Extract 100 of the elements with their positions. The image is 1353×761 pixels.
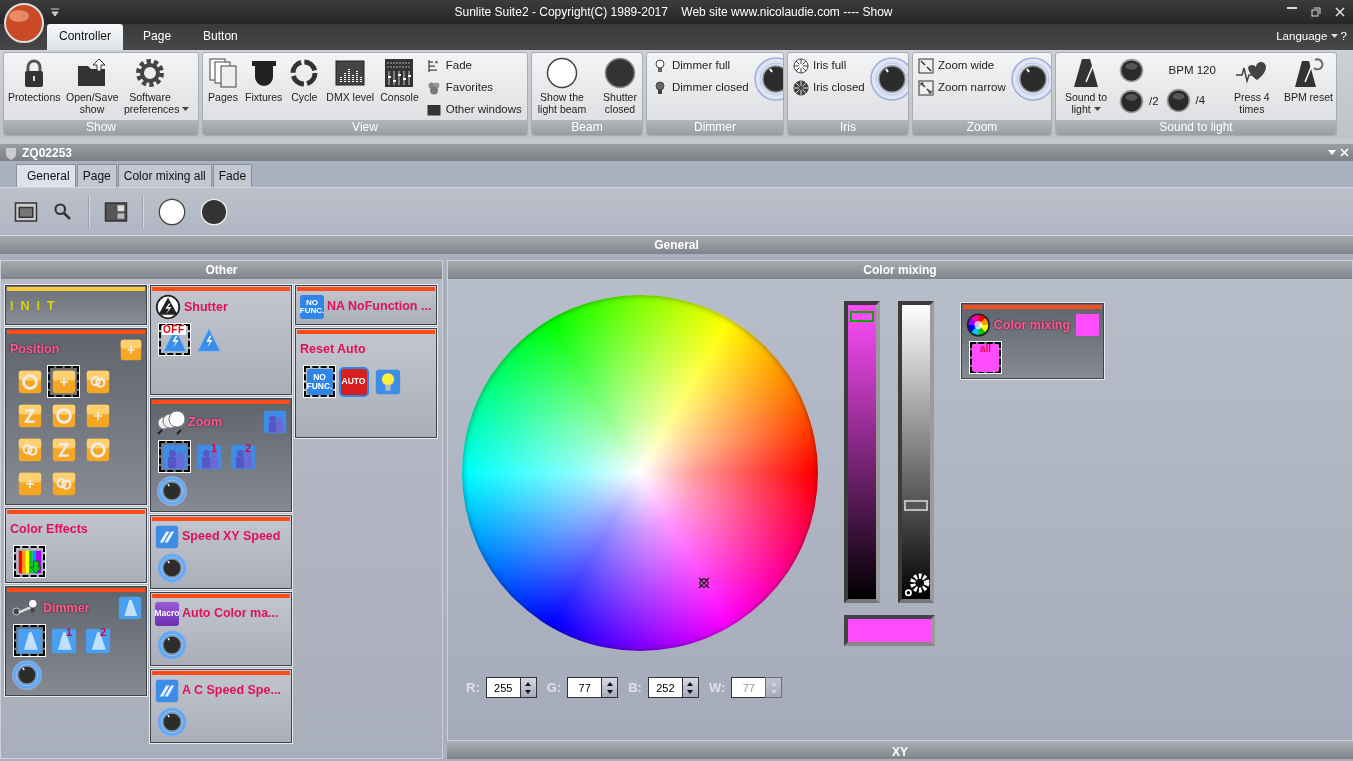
pattern-icon	[51, 369, 76, 394]
group-title: Show	[4, 120, 198, 135]
ribbon-button[interactable]: Zoom narrow	[915, 77, 1009, 99]
toolbar-button[interactable]	[158, 197, 186, 226]
speed-icon	[155, 524, 179, 549]
cluster-icon	[425, 80, 442, 96]
group-title: Iris	[788, 120, 908, 135]
group-title: Dimmer	[647, 120, 783, 135]
ribbon-button[interactable]: Pages	[205, 55, 241, 106]
pattern-icon	[85, 403, 110, 428]
settings-icon	[134, 57, 166, 89]
document-title: ZQ02253	[22, 144, 73, 162]
tab[interactable]: General	[16, 164, 76, 187]
tab[interactable]: Color mixing all	[117, 164, 212, 187]
restore-icon	[1311, 7, 1321, 17]
effect-button[interactable]	[159, 441, 190, 472]
effect-button[interactable]: AUTO	[338, 366, 369, 397]
ribbon-button[interactable]: Dimmer closed	[649, 77, 752, 99]
slider-thumb[interactable]	[904, 500, 928, 512]
number-field[interactable]: 252	[647, 677, 682, 698]
color-swatch	[1076, 314, 1099, 336]
ribbon-button[interactable]: BPM reset	[1281, 55, 1335, 106]
knob-icon	[157, 630, 187, 660]
group-title: Zoom	[913, 120, 1051, 135]
filled-circle-icon	[200, 197, 228, 226]
ribbon-button[interactable]: Other windows	[422, 99, 525, 120]
card-title: Dimmer	[43, 599, 90, 617]
iris-icon	[793, 80, 809, 96]
ribbon-button[interactable]: Dimmer full	[649, 55, 752, 77]
knob[interactable]	[157, 630, 187, 660]
slider-track[interactable]	[844, 301, 880, 603]
ribbon-button[interactable]: /2	[1116, 86, 1161, 117]
knob[interactable]	[157, 707, 187, 737]
ribbon-button[interactable]: Cycle	[286, 55, 323, 106]
toolbar-button[interactable]	[14, 199, 38, 224]
circle-icon	[546, 57, 578, 89]
knob[interactable]	[1010, 57, 1051, 101]
pattern-icon	[17, 471, 42, 496]
ribbon-button[interactable]: Press 4 times	[1223, 55, 1280, 118]
slider-track[interactable]	[898, 301, 934, 603]
slider-thumb[interactable]	[850, 310, 874, 322]
pattern-icon	[51, 403, 76, 428]
number-field[interactable]: 255	[485, 677, 520, 698]
number-field[interactable]: 77	[567, 677, 602, 698]
ribbon-button[interactable]: Iris closed	[790, 77, 868, 99]
ribbon-button[interactable]: Favorites	[422, 77, 525, 99]
panel-header: Other	[1, 261, 442, 279]
effect-button[interactable]: NO FUNC.	[304, 366, 335, 397]
card-title: Color mixing	[993, 316, 1071, 334]
help-button[interactable]: ?	[1340, 27, 1347, 45]
pattern-icon	[17, 403, 42, 428]
tab[interactable]: Page	[76, 164, 117, 187]
figures-icon	[195, 443, 222, 470]
ribbon-button[interactable]: Zoom wide	[915, 55, 1009, 77]
knob[interactable]	[12, 660, 42, 690]
language-menu[interactable]: Language	[1276, 27, 1338, 45]
pattern-icon	[120, 338, 142, 361]
pattern-icon	[17, 437, 42, 462]
ribbon-button[interactable]: Sound to light	[1058, 55, 1114, 118]
knob[interactable]	[869, 57, 908, 101]
ribbon-button[interactable]: Iris full	[790, 55, 868, 77]
card-title: NA NoFunction ...	[327, 298, 432, 316]
ribbon-button[interactable]: /4	[1162, 85, 1222, 116]
card-title: Zoom	[188, 413, 223, 431]
effect-button[interactable]	[14, 546, 45, 577]
toolbar-button[interactable]	[104, 199, 128, 224]
beam-icon	[84, 627, 111, 654]
ribbon-button[interactable]: Shutter closed	[592, 55, 642, 118]
knob-icon	[157, 553, 187, 583]
layout-icon	[104, 199, 128, 224]
ribbon-button[interactable]: Fixtures	[243, 55, 285, 106]
section-header: General	[0, 236, 1353, 254]
effect-button[interactable]	[14, 625, 45, 656]
round-button-icon	[1118, 57, 1145, 84]
folder-icon	[76, 57, 108, 89]
ribbon-button[interactable]: Software preferences	[122, 55, 178, 118]
knob[interactable]	[157, 553, 187, 583]
ribbon-button[interactable]: Fade	[422, 55, 525, 77]
ribbon-button[interactable]: Open/Save show	[64, 55, 120, 118]
knob[interactable]	[157, 476, 187, 506]
ribbon-tab[interactable]: Controller	[47, 24, 124, 50]
ribbon-tab[interactable]: Button	[191, 24, 250, 50]
pattern-icon	[85, 437, 110, 462]
panel-header: Color mixing	[448, 261, 1352, 279]
bulb-icon	[652, 58, 668, 74]
tab[interactable]: Fade	[212, 164, 253, 187]
beam-icon	[16, 627, 43, 654]
effect-button[interactable]: OFF	[159, 324, 190, 355]
effect-button[interactable]	[48, 366, 79, 397]
ribbon-button[interactable]: Protections	[6, 55, 62, 106]
spin-button[interactable]	[601, 677, 619, 698]
beam-icon	[50, 627, 77, 654]
round-button-icon	[1164, 87, 1192, 114]
ribbon-button[interactable]: Show the light beam	[534, 55, 590, 118]
ribbon-button[interactable]: DMX level	[324, 55, 377, 106]
ribbon-tab[interactable]: Page	[131, 24, 184, 50]
bar-chart-icon	[334, 57, 367, 89]
knob-icon	[1010, 57, 1051, 101]
ribbon-button[interactable]: Console	[378, 55, 421, 106]
pattern-icon	[51, 437, 76, 462]
